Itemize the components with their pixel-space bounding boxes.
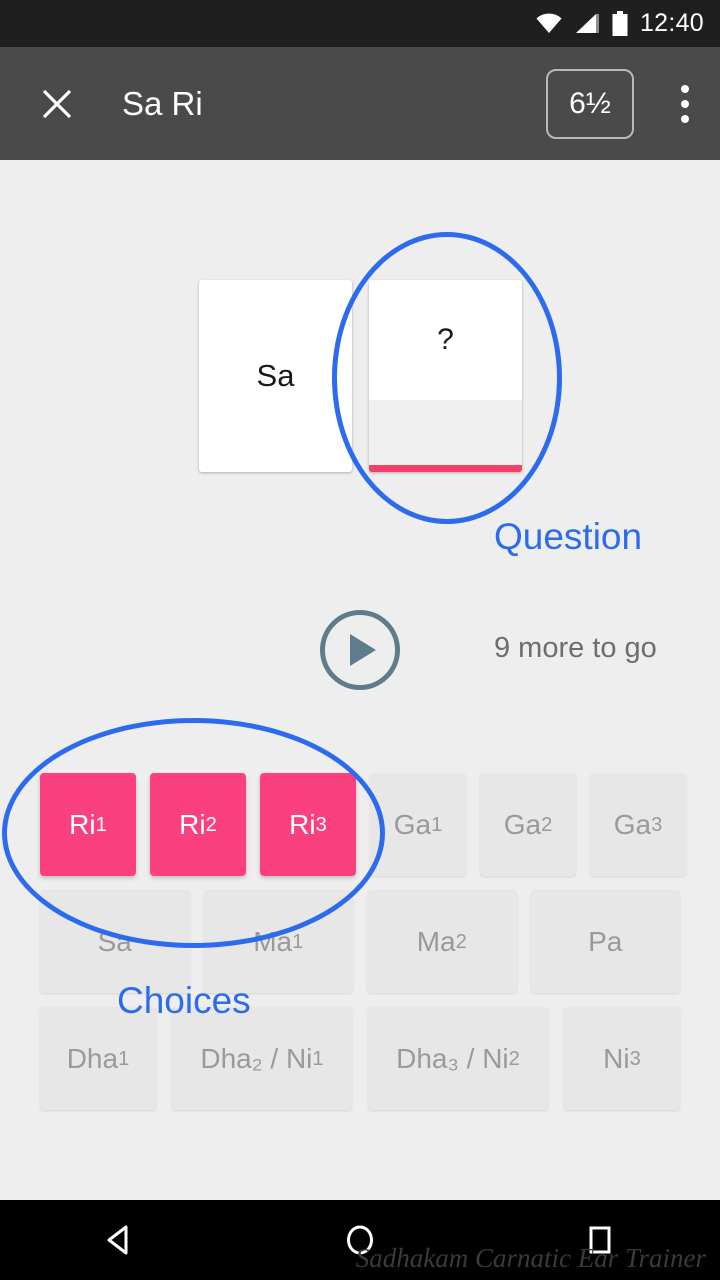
- choice-label: Ri: [179, 808, 206, 840]
- choice-label: Ma: [416, 925, 456, 957]
- close-icon: [42, 89, 72, 118]
- status-bar-clock: 12:40: [639, 9, 704, 37]
- choice-button-ri1[interactable]: Ri 1: [40, 773, 136, 876]
- choice-label: Ga: [613, 808, 652, 840]
- choice-button-ma1: Ma 1: [203, 890, 353, 993]
- choice-button-ni3: Ni 3: [564, 1007, 680, 1110]
- choice-button-ga3: Ga 3: [590, 773, 686, 876]
- overflow-menu-button[interactable]: [660, 73, 710, 135]
- octave-badge[interactable]: 6½: [546, 68, 634, 139]
- note-card-question[interactable]: ?: [369, 280, 522, 472]
- battery-icon: [612, 10, 628, 36]
- choice-button-dhani2: Dha₃ / Ni 2: [368, 1007, 548, 1110]
- choice-label: Ga: [503, 808, 542, 840]
- exercise-content: Sa ? Question 9 more to go Ri 1 Ri 2 Ri 3 Ga 1 G…: [0, 160, 720, 1200]
- overflow-dot: [681, 99, 689, 108]
- choice-button-ga2: Ga 2: [480, 773, 576, 876]
- choice-button-ga1: Ga 1: [370, 773, 466, 876]
- wifi-icon: [536, 12, 562, 33]
- note-card-answered[interactable]: Sa: [199, 280, 352, 472]
- choice-button-dha1: Dha 1: [40, 1007, 156, 1110]
- choice-row: Ri 1 Ri 2 Ri 3 Ga 1 Ga 2 Ga 3: [0, 773, 720, 876]
- choice-label: Ga: [393, 808, 432, 840]
- play-button[interactable]: [320, 610, 400, 690]
- progress-text: 9 more to go: [494, 632, 657, 664]
- play-row: 9 more to go: [0, 610, 720, 690]
- choice-label: Ni: [603, 1042, 630, 1074]
- app-bar: Sa Ri 6½: [0, 47, 720, 160]
- cell-signal-icon: [575, 13, 599, 33]
- close-button[interactable]: [26, 73, 88, 135]
- choice-grid: Ri 1 Ri 2 Ri 3 Ga 1 Ga 2 Ga 3 Sa Ma 1 Ma 2 Pa Dha 1 Dha₂ / N…: [0, 773, 720, 1124]
- nav-back-button[interactable]: [60, 1200, 180, 1280]
- choice-row: Sa Ma 1 Ma 2 Pa: [0, 890, 720, 993]
- overflow-dot: [681, 114, 689, 123]
- note-card-question-mark: ?: [437, 323, 454, 356]
- note-card-label: Sa: [256, 358, 295, 393]
- app-watermark: Sadhakam Carnatic Ear Trainer: [355, 1243, 706, 1273]
- annotation-label-choices: Choices: [117, 980, 251, 1021]
- choice-button-ri2[interactable]: Ri 2: [150, 773, 246, 876]
- choice-label: Ri: [289, 808, 316, 840]
- choice-button-dhani1: Dha₂ / Ni 1: [172, 1007, 352, 1110]
- choice-label: Ma: [253, 925, 293, 957]
- choice-button-ma2: Ma 2: [367, 890, 517, 993]
- choice-label: Ri: [69, 808, 96, 840]
- choice-label: Dha: [66, 1042, 119, 1074]
- choice-button-pa: Pa: [530, 890, 680, 993]
- play-icon: [350, 634, 376, 666]
- back-triangle-icon: [107, 1225, 128, 1255]
- note-card-row: Sa ?: [199, 280, 522, 472]
- choice-label: Sa: [97, 925, 132, 957]
- note-card-bottom-section: [369, 400, 522, 472]
- annotation-label-question: Question: [494, 516, 643, 557]
- app-bar-title: Sa Ri: [122, 85, 203, 122]
- status-bar-icons: [535, 10, 629, 37]
- overflow-dot: [681, 84, 689, 93]
- choice-button-sa: Sa: [40, 890, 190, 993]
- choice-label: Dha₃ / Ni: [396, 1042, 509, 1074]
- choice-label: Pa: [588, 925, 623, 957]
- choice-row: Dha 1 Dha₂ / Ni 1 Dha₃ / Ni 2 Ni 3: [0, 1007, 720, 1110]
- status-bar: 12:40: [0, 0, 720, 47]
- choice-label: Dha₂ / Ni: [200, 1042, 313, 1074]
- note-card-accent-bar: [369, 465, 522, 472]
- choice-button-ri3[interactable]: Ri 3: [260, 773, 356, 876]
